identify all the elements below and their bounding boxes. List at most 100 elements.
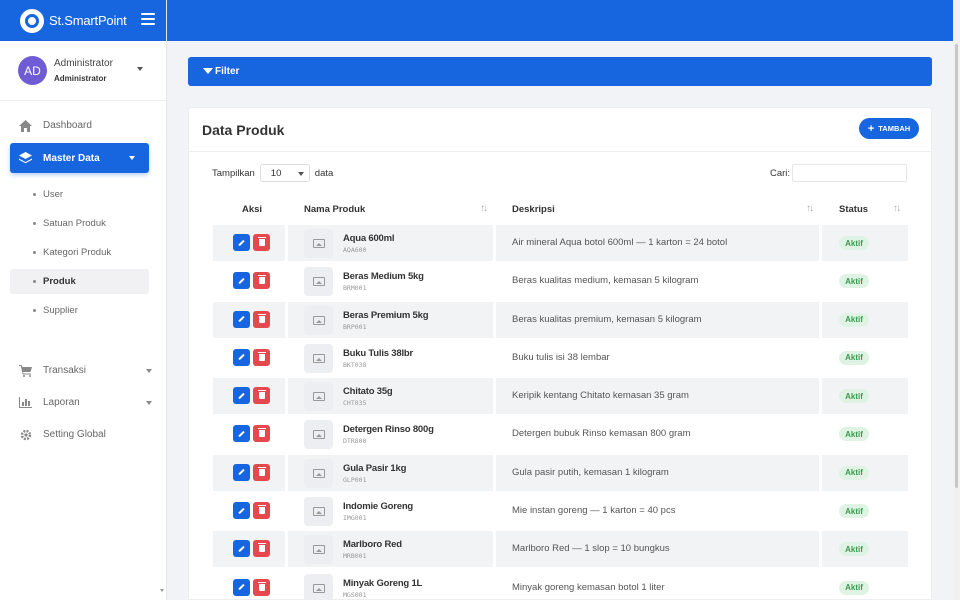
status-badge: Aktif [839,350,869,365]
cell-deskripsi: Marlboro Red — 1 slop = 10 bungkus [496,531,819,568]
page-scrollbar-thumb[interactable] [955,44,958,488]
pencil-icon [238,545,245,553]
user-panel[interactable]: AD Administrator Administrator [0,41,166,101]
pencil-icon [238,469,245,476]
header-deskripsi[interactable]: Deskripsi [512,204,555,215]
edit-button[interactable] [233,310,250,328]
delete-button[interactable] [253,578,270,596]
scroll-down-icon[interactable] [160,589,164,592]
sidebar-subitem-produk[interactable]: Produk [10,269,149,294]
search-control: Cari: [770,164,908,182]
product-code: AQA600 [343,246,367,254]
status-badge: Aktif [839,504,869,519]
edit-button[interactable] [233,502,250,520]
home-icon [19,119,32,132]
delete-button[interactable] [253,310,270,328]
sidebar-subitem-kategori-produk[interactable]: Kategori Produk [10,240,149,265]
edit-button[interactable] [233,272,250,290]
chevron-down-icon [297,172,304,176]
table-header: Aksi Nama Produk ↑↓ Deskripsi ↑↓ Status … [213,195,908,223]
cell-nama-produk: Chitato 35g CHT035 [288,378,493,415]
add-product-button[interactable]: + TAMBAH [859,118,919,139]
product-description: Keripik kentang Chitato kemasan 35 gram [512,390,689,402]
sort-icon[interactable]: ↑↓ [806,203,814,214]
sidebar: St.SmartPoint AD Administrator Administr… [0,0,167,600]
product-code: BRM001 [343,284,367,293]
delete-button[interactable] [253,425,270,443]
sidebar-item-setting-global[interactable]: Setting Global [0,420,166,449]
edit-button[interactable] [233,578,250,596]
filter-toggle[interactable]: Filter [188,57,932,86]
image-icon [312,353,325,363]
search-input[interactable] [792,164,908,182]
delete-button[interactable] [253,387,270,405]
header-nama-produk[interactable]: Nama Produk [304,204,365,215]
trash-icon [257,543,266,553]
trash-icon [257,351,266,361]
edit-button[interactable] [233,540,250,558]
cell-aksi [213,570,285,600]
sidebar-subitem-user[interactable]: User [10,182,149,207]
product-description: Minyak goreng kemasan botol 1 liter [512,581,665,593]
sidebar-item-transaksi[interactable]: Transaksi [0,356,166,385]
delete-button[interactable] [253,272,270,290]
delete-button[interactable] [253,463,270,481]
product-description: Mie instan goreng — 1 karton = 40 pcs [512,505,676,517]
status-badge: Aktif [839,274,869,289]
cell-deskripsi: Gula pasir putih, kemasan 1 kilogram [496,454,819,491]
product-name: Buku Tulis 38lbr [343,347,413,359]
product-name: Indomie Goreng [343,501,414,513]
delete-button[interactable] [253,502,270,520]
delete-button[interactable] [253,234,270,251]
page-size-select[interactable]: 10 [259,164,310,182]
delete-button[interactable] [253,348,270,366]
product-description: Air mineral Aqua botol 600ml — 1 karton … [512,237,728,248]
product-table: Aksi Nama Produk ↑↓ Deskripsi ↑↓ Status … [213,195,908,600]
sidebar-item-label: Dashboard [43,120,92,131]
table-row: Gula Pasir 1kg GLP001 Gula pasir putih, … [213,454,908,493]
chevron-down-icon[interactable] [137,67,143,71]
brand-name: St.SmartPoint [49,13,127,28]
product-code: BKT038 [343,360,367,369]
user-name: Administrator [54,58,113,69]
cell-status: Aktif [822,570,908,600]
pencil-icon [238,583,245,591]
cell-aksi [213,340,285,376]
header-status[interactable]: Status [839,204,868,215]
table-row: Marlboro Red MRB001 Marlboro Red — 1 slo… [213,531,908,569]
product-thumbnail [304,267,333,297]
status-badge: Aktif [839,542,869,557]
sidebar-subitem-satuan-produk[interactable]: Satuan Produk [10,211,149,236]
product-description: Beras kualitas medium, kemasan 5 kilogra… [512,275,699,287]
product-name: Chitato 35g [343,386,393,398]
product-description: Detergen bubuk Rinso kemasan 800 gram [512,428,691,440]
product-name: Beras Medium 5kg [343,271,424,283]
image-icon [312,545,325,555]
sort-icon[interactable]: ↑↓ [893,203,901,214]
cell-aksi [213,493,285,529]
cell-aksi [213,416,285,452]
edit-button[interactable] [233,234,250,251]
product-name: Gula Pasir 1kg [343,462,407,474]
product-thumbnail [304,420,333,450]
menu-toggle-icon[interactable] [141,13,155,25]
edit-button[interactable] [233,387,250,405]
product-thumbnail [304,229,333,258]
delete-button[interactable] [253,540,270,558]
sidebar-item-dashboard[interactable]: Dashboard [0,111,166,140]
product-name: Marlboro Red [343,539,402,551]
sidebar-subitem-supplier[interactable]: Supplier [10,298,149,323]
product-thumbnail [304,305,333,335]
edit-button[interactable] [233,425,250,443]
sort-icon[interactable]: ↑↓ [480,203,488,214]
status-badge: Aktif [839,427,869,442]
trash-icon [257,466,266,476]
product-description: Gula pasir putih, kemasan 1 kilogram [512,466,669,478]
sidebar-item-master-data[interactable]: Master Data [10,143,149,173]
sidebar-item-laporan[interactable]: Laporan [0,388,166,417]
edit-button[interactable] [233,463,250,481]
plus-icon: + [867,122,875,135]
trash-icon [257,390,266,400]
edit-button[interactable] [233,348,250,366]
cell-deskripsi: Keripik kentang Chitato kemasan 35 gram [496,378,819,415]
